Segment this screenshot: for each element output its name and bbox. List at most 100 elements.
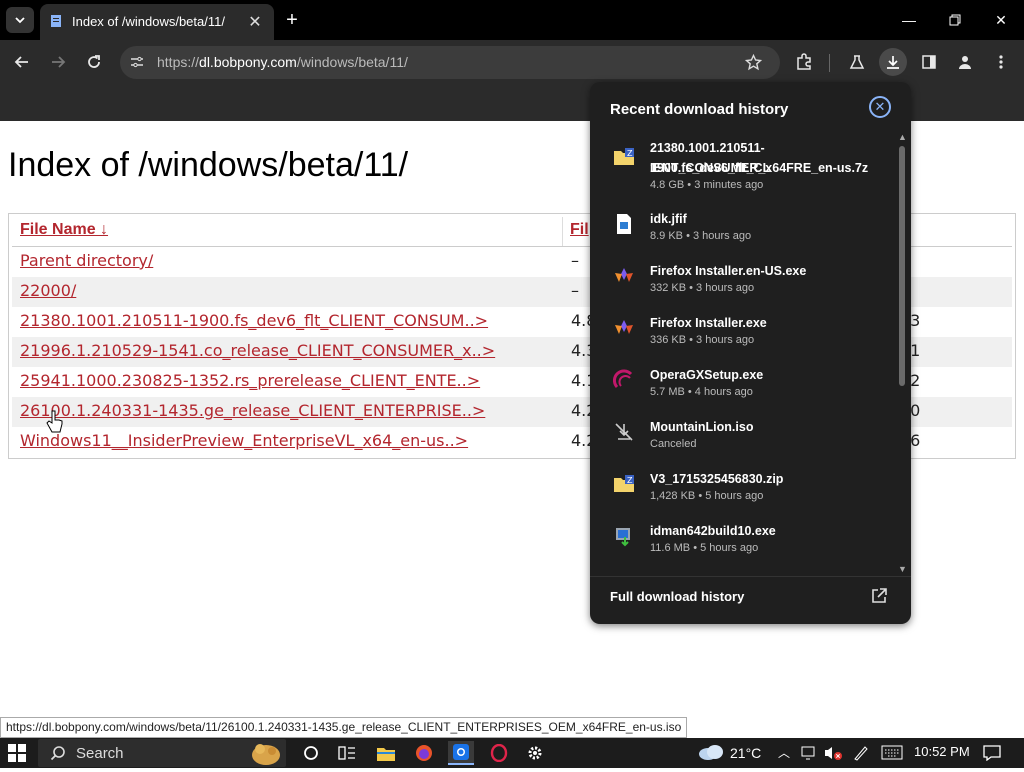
minimize-button[interactable]: — xyxy=(894,6,924,34)
pen-icon[interactable] xyxy=(852,745,870,766)
file-link[interactable]: Windows11__InsiderPreview_EnterpriseVL_x… xyxy=(20,431,468,450)
firefox-installer-icon xyxy=(613,265,635,287)
close-window-button[interactable]: ✕ xyxy=(986,6,1016,34)
search-highlight-icon xyxy=(246,739,284,772)
idm-installer-icon xyxy=(613,525,635,547)
keyboard-icon[interactable] xyxy=(881,745,903,765)
download-bubble: Recent download history ✕ Z 21380.1001.2… xyxy=(590,82,911,624)
download-icon xyxy=(887,56,899,69)
download-name: OperaGXSetup.exe xyxy=(650,368,764,382)
arrow-left-icon xyxy=(14,56,28,68)
sort-file-name-header[interactable]: File Name ↓ xyxy=(20,221,108,239)
weather-temperature[interactable]: 21°C xyxy=(730,745,761,761)
chrome-icon[interactable] xyxy=(448,741,474,765)
download-list-scrollbar[interactable]: ▲ ▼ xyxy=(895,132,909,576)
download-item[interactable]: Z 21380.1001.210511-1900.fs_dev6_flt_CL … xyxy=(590,138,895,191)
download-meta: 11.6 MB • 5 hours ago xyxy=(650,542,759,554)
person-icon xyxy=(959,56,971,69)
scroll-down-icon[interactable]: ▼ xyxy=(898,564,907,574)
page-title: Index of /windows/beta/11/ xyxy=(8,146,409,184)
download-name: Firefox Installer.exe xyxy=(650,316,767,330)
new-tab-button[interactable]: + xyxy=(280,8,304,32)
close-bubble-icon[interactable]: ✕ xyxy=(869,96,891,118)
archive-icon: Z xyxy=(613,473,635,495)
menu-button[interactable] xyxy=(987,48,1015,76)
download-name: idk.jfif xyxy=(650,212,687,226)
file-size: – xyxy=(571,281,579,300)
download-name: MountainLion.iso xyxy=(650,420,754,434)
download-item[interactable]: idk.jfif 8.9 KB • 3 hours ago xyxy=(590,209,895,261)
windows-start-icon[interactable] xyxy=(8,744,26,762)
bookmark-star-icon[interactable] xyxy=(744,53,763,76)
site-info-icon[interactable] xyxy=(129,54,145,75)
taskbar-search-box[interactable]: Search xyxy=(38,739,286,767)
download-item[interactable]: MountainLion.iso Canceled xyxy=(590,417,895,469)
svg-text:Z: Z xyxy=(627,149,633,158)
download-item[interactable]: idman642build10.exe 11.6 MB • 5 hours ag… xyxy=(590,521,895,573)
side-panel-button[interactable] xyxy=(915,48,943,76)
file-link[interactable]: 25941.1000.230825-1352.rs_prerelease_CLI… xyxy=(20,371,480,390)
download-item[interactable]: Firefox Installer.en-US.exe 332 KB • 3 h… xyxy=(590,261,895,313)
weather-cloud-icon xyxy=(698,743,724,766)
file-explorer-icon[interactable] xyxy=(373,741,399,765)
file-link[interactable]: 22000/ xyxy=(20,281,76,300)
downloads-button[interactable] xyxy=(879,48,907,76)
back-button[interactable] xyxy=(8,48,36,76)
file-link[interactable]: 26100.1.240331-1435.ge_release_CLIENT_EN… xyxy=(20,401,485,420)
firefox-installer-icon xyxy=(613,317,635,339)
download-item[interactable]: OperaGXSetup.exe 5.7 MB • 4 hours ago xyxy=(590,365,895,417)
download-item[interactable]: Z V3_1715325456830.zip 1,428 KB • 5 hour… xyxy=(590,469,895,521)
forward-button[interactable] xyxy=(44,48,72,76)
tab-title: Index of /windows/beta/11/ xyxy=(72,14,225,29)
notifications-icon[interactable] xyxy=(983,745,1001,766)
address-bar[interactable]: https://dl.bobpony.com/windows/beta/11/ xyxy=(120,46,780,79)
opera-gx-taskbar-icon[interactable] xyxy=(486,741,512,765)
download-meta: 336 KB • 3 hours ago xyxy=(650,334,755,346)
download-name: V3_1715325456830.zip xyxy=(650,472,784,486)
download-name: idman642build10.exe xyxy=(650,524,776,538)
opera-gx-icon xyxy=(612,369,635,391)
download-meta: 1,428 KB • 5 hours ago xyxy=(650,490,764,502)
file-link[interactable]: 21380.1001.210511-1900.fs_dev6_flt_CLIEN… xyxy=(20,311,488,330)
tab-strip: Index of /windows/beta/11/ ✕ + — ✕ xyxy=(0,0,1024,40)
download-bubble-title: Recent download history xyxy=(610,101,789,118)
reload-button[interactable] xyxy=(80,48,108,76)
full-download-history-link[interactable]: Full download history xyxy=(610,589,744,604)
chevron-down-icon xyxy=(15,17,25,24)
file-link[interactable]: Parent directory/ xyxy=(20,251,153,270)
clock[interactable]: 10:52 PM xyxy=(914,744,970,759)
scroll-up-icon[interactable]: ▲ xyxy=(898,132,907,142)
file-link[interactable]: 21996.1.210529-1541.co_release_CLIENT_CO… xyxy=(20,341,495,360)
image-file-icon xyxy=(613,213,635,235)
widgets-icon[interactable] xyxy=(334,741,360,765)
download-meta: 5.7 MB • 4 hours ago xyxy=(650,386,753,398)
download-meta: 332 KB • 3 hours ago xyxy=(650,282,755,294)
settings-gear-icon[interactable] xyxy=(522,741,548,765)
show-hidden-icons-chevron-up-icon[interactable]: ︿ xyxy=(778,744,790,761)
profile-button[interactable] xyxy=(951,48,979,76)
reload-icon xyxy=(88,55,100,68)
search-label: Search xyxy=(76,745,124,762)
side-panel-icon xyxy=(922,55,936,69)
download-item[interactable]: Firefox Installer.exe 336 KB • 3 hours a… xyxy=(590,313,895,365)
url-domain: dl.bobpony.com xyxy=(199,54,297,70)
download-meta: Canceled xyxy=(650,438,697,450)
url-path: /windows/beta/11/ xyxy=(296,54,408,70)
download-name: Firefox Installer.en-US.exe xyxy=(650,264,807,278)
firefox-icon[interactable] xyxy=(411,741,437,765)
restore-button[interactable] xyxy=(940,6,970,34)
scrollbar-thumb[interactable] xyxy=(899,146,905,386)
tab-close-icon[interactable]: ✕ xyxy=(244,11,266,33)
download-meta: 4.8 GB • 3 minutes ago xyxy=(650,179,764,191)
sort-file-size-header[interactable]: Fil xyxy=(570,221,589,239)
flask-icon xyxy=(849,55,865,69)
open-in-new-icon[interactable] xyxy=(870,587,890,607)
task-view-icon[interactable] xyxy=(298,741,324,765)
labs-button[interactable] xyxy=(843,48,871,76)
tab-active[interactable]: Index of /windows/beta/11/ ✕ xyxy=(40,4,274,40)
extensions-button[interactable] xyxy=(790,48,818,76)
tab-search-button[interactable] xyxy=(6,7,34,33)
volume-muted-icon[interactable] xyxy=(824,745,842,766)
network-icon[interactable] xyxy=(801,745,817,766)
arrow-right-icon xyxy=(52,56,66,68)
